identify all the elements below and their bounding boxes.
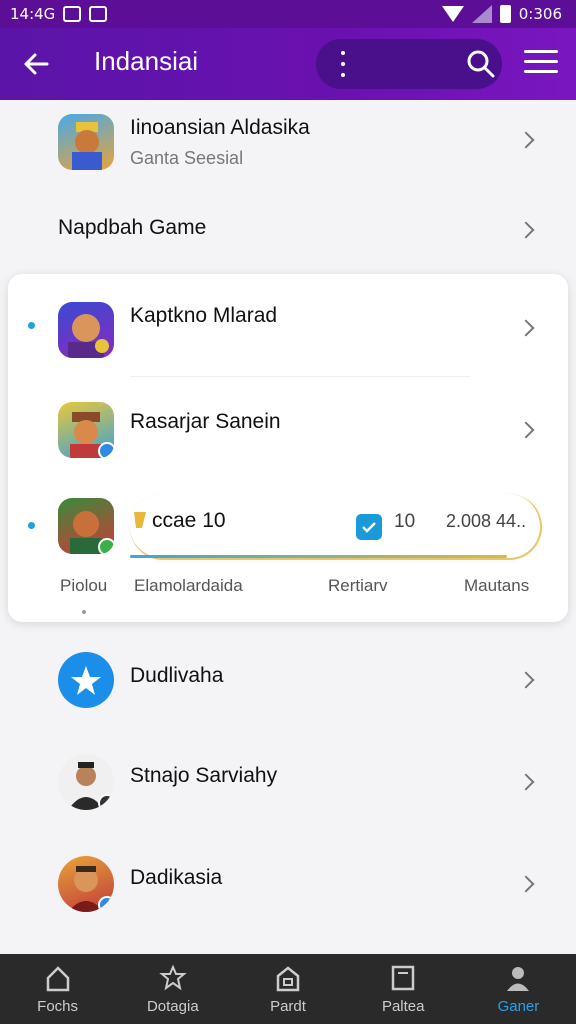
- verified-badge-icon: [98, 538, 114, 554]
- game-avatar: [58, 498, 114, 554]
- book-icon: [391, 965, 415, 991]
- user-avatar: [58, 754, 114, 810]
- checkbox-icon[interactable]: [356, 514, 382, 540]
- section-title: Napdbah Game: [58, 216, 207, 239]
- notification-icon: [63, 6, 82, 22]
- tab-0[interactable]: Piolou: [60, 576, 107, 596]
- character-icon: [72, 122, 102, 170]
- nav-label: Ganer: [497, 998, 540, 1015]
- card-item-title[interactable]: Rasarjar Sanein: [130, 410, 281, 434]
- status-left: 14:4G: [10, 5, 108, 23]
- chevron-right-icon[interactable]: [517, 319, 535, 337]
- wifi-icon: [441, 6, 464, 22]
- tab-3[interactable]: Mautans: [464, 576, 529, 596]
- trophy-icon: [134, 512, 146, 528]
- search-icon[interactable]: [466, 49, 496, 79]
- verified-badge-icon: [98, 442, 114, 458]
- chevron-right-icon: [517, 875, 535, 893]
- status-bar: 14:4G 0:306: [0, 0, 576, 28]
- row-title: Dudlivaha: [130, 664, 224, 687]
- active-indicator-dot: [28, 322, 35, 329]
- game-avatar: [58, 402, 114, 458]
- status-network-text: 14:4G: [10, 5, 56, 23]
- home-icon: [46, 966, 69, 992]
- check-count: 10: [394, 511, 416, 532]
- status-time: 0:306: [518, 5, 562, 23]
- progress-row[interactable]: ccae 10 10 2.008 44..: [130, 494, 542, 560]
- nav-label: Paltea: [381, 998, 425, 1015]
- notification-icon-2: [89, 6, 108, 22]
- row-title: Iinoansian Aldasika: [130, 116, 310, 139]
- divider: [130, 376, 470, 377]
- nav-label: Fochs: [37, 998, 79, 1015]
- nav-label: Pardt: [270, 998, 306, 1015]
- active-indicator-dot: [28, 522, 35, 529]
- game-avatar: [58, 302, 114, 358]
- progress-title: ccae 10: [152, 509, 226, 532]
- search-pill[interactable]: [316, 39, 502, 89]
- character-icon: [68, 314, 109, 358]
- tab-2[interactable]: Rertiarv: [328, 576, 388, 596]
- games-card: Kaptkno Mlarad Rasarjar Sanein ccae 10 1…: [8, 274, 568, 622]
- page-indicator-dot: [82, 610, 86, 614]
- tab-1[interactable]: Elamolardaida: [134, 576, 243, 596]
- menu-icon[interactable]: [524, 50, 558, 80]
- bottom-nav: Fochs Dotagia Pardt Paltea Ganer: [0, 954, 576, 1024]
- row-title: Dadikasia: [130, 866, 223, 889]
- list-item[interactable]: Dadikasia: [0, 834, 576, 934]
- list-item[interactable]: Stnajo Sarviahy: [0, 732, 576, 832]
- back-button[interactable]: [18, 46, 54, 82]
- nav-item-4[interactable]: Ganer: [461, 954, 576, 1024]
- page-title: Indansiai: [94, 46, 199, 76]
- progress-bar-fill: [130, 555, 508, 558]
- store-icon: [276, 966, 300, 992]
- star-icon: [71, 666, 101, 695]
- row-subtitle: Ganta Seesial: [130, 148, 244, 168]
- nav-label: Dotagia: [146, 998, 199, 1015]
- star-badge-icon: [159, 964, 187, 991]
- chevron-right-icon: [517, 773, 535, 791]
- battery-icon: [499, 5, 511, 23]
- chevron-right-icon: [517, 221, 535, 239]
- app-avatar: [58, 652, 114, 708]
- user-avatar: [58, 856, 114, 912]
- signal-icon: [471, 5, 492, 23]
- progress-amount: 2.008 44..: [446, 511, 527, 531]
- nav-item-3[interactable]: Paltea: [346, 954, 461, 1024]
- nav-item-1[interactable]: Dotagia: [115, 954, 230, 1024]
- more-vert-icon[interactable]: [338, 51, 348, 77]
- row-title: Stnajo Sarviahy: [130, 764, 278, 787]
- profile-icon: [507, 967, 530, 991]
- nav-item-2[interactable]: Pardt: [230, 954, 345, 1024]
- section-header-row[interactable]: Napdbah Game: [0, 180, 576, 280]
- status-right: 0:306: [441, 5, 562, 23]
- chevron-right-icon: [517, 671, 535, 689]
- chevron-right-icon[interactable]: [517, 421, 535, 439]
- arrow-left-icon: [24, 53, 49, 75]
- game-avatar: [58, 114, 114, 170]
- card-item-title[interactable]: Kaptkno Mlarad: [130, 304, 277, 328]
- verified-badge-icon: [98, 794, 114, 810]
- verified-badge-icon: [98, 896, 114, 912]
- list-item[interactable]: Dudlivaha: [0, 630, 576, 730]
- nav-item-0[interactable]: Fochs: [0, 954, 115, 1024]
- chevron-right-icon: [517, 131, 535, 149]
- app-bar: Indansiai: [0, 28, 576, 100]
